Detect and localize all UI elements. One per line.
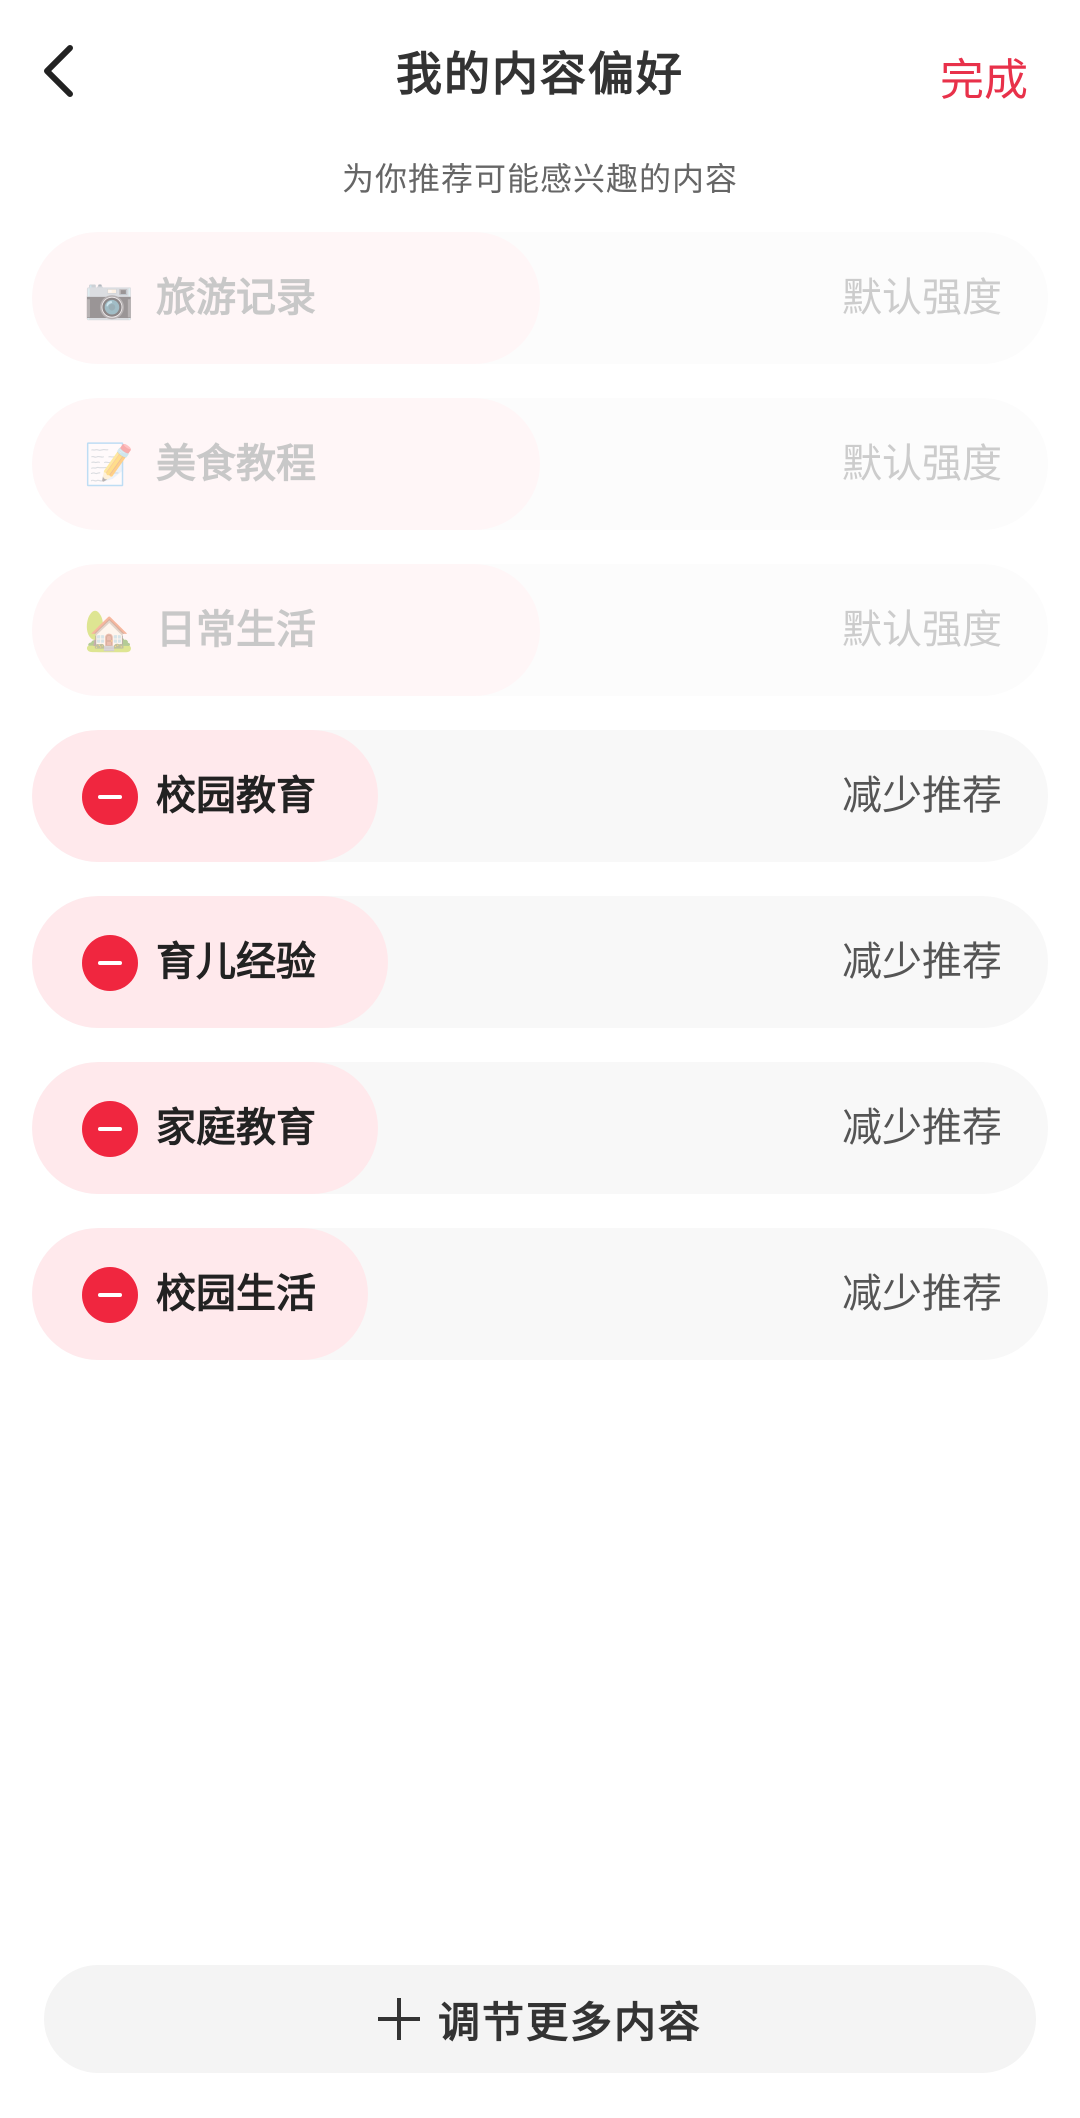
preference-label: 家庭教育 <box>156 1105 316 1151</box>
preference-status: 默认强度 <box>842 607 1002 653</box>
plus-icon <box>377 1998 420 2040</box>
page-title: 我的内容偏好 <box>396 47 684 101</box>
preference-row-travel[interactable]: 📷 旅游记录 默认强度 <box>32 232 1048 364</box>
minus-icon[interactable] <box>82 1267 138 1323</box>
adjust-more-label: 调节更多内容 <box>437 1997 702 2047</box>
minus-icon[interactable] <box>82 769 138 825</box>
preference-status: 默认强度 <box>842 441 1002 487</box>
preference-status: 减少推荐 <box>842 773 1002 819</box>
preference-list: 📷 旅游记录 默认强度 📝 美食教程 默认强度 🏡 日常生活 默认强度 校园教育… <box>32 232 1048 1394</box>
preference-label: 育儿经验 <box>156 939 316 985</box>
adjust-more-button[interactable]: 调节更多内容 <box>44 1965 1036 2073</box>
preference-label: 旅游记录 <box>156 275 316 321</box>
preference-status: 减少推荐 <box>842 1105 1002 1151</box>
minus-icon[interactable] <box>82 1101 138 1157</box>
preference-status: 减少推荐 <box>842 1271 1002 1317</box>
camera-icon: 📷 <box>84 276 134 322</box>
done-button[interactable]: 完成 <box>940 44 1028 108</box>
header: 我的内容偏好 完成 <box>0 0 1080 150</box>
preference-status: 默认强度 <box>842 275 1002 321</box>
content-preferences-page: 我的内容偏好 完成 为你推荐可能感兴趣的内容 📷 旅游记录 默认强度 📝 美食教… <box>0 0 1080 2118</box>
preference-label: 校园生活 <box>156 1271 316 1317</box>
minus-icon[interactable] <box>82 935 138 991</box>
preference-row-parenting[interactable]: 育儿经验 减少推荐 <box>32 896 1048 1028</box>
preference-row-family-education[interactable]: 家庭教育 减少推荐 <box>32 1062 1048 1194</box>
preference-label: 美食教程 <box>156 441 316 487</box>
preference-row-food[interactable]: 📝 美食教程 默认强度 <box>32 398 1048 530</box>
preference-label: 校园教育 <box>156 773 316 819</box>
preference-row-campus-life[interactable]: 校园生活 减少推荐 <box>32 1228 1048 1360</box>
page-subtitle: 为你推荐可能感兴趣的内容 <box>341 160 738 198</box>
house-icon: 🏡 <box>84 608 134 654</box>
preference-row-campus-education[interactable]: 校园教育 减少推荐 <box>32 730 1048 862</box>
preference-label: 日常生活 <box>156 607 316 653</box>
preference-row-daily-life[interactable]: 🏡 日常生活 默认强度 <box>32 564 1048 696</box>
preference-status: 减少推荐 <box>842 939 1002 985</box>
memo-icon: 📝 <box>84 442 134 488</box>
